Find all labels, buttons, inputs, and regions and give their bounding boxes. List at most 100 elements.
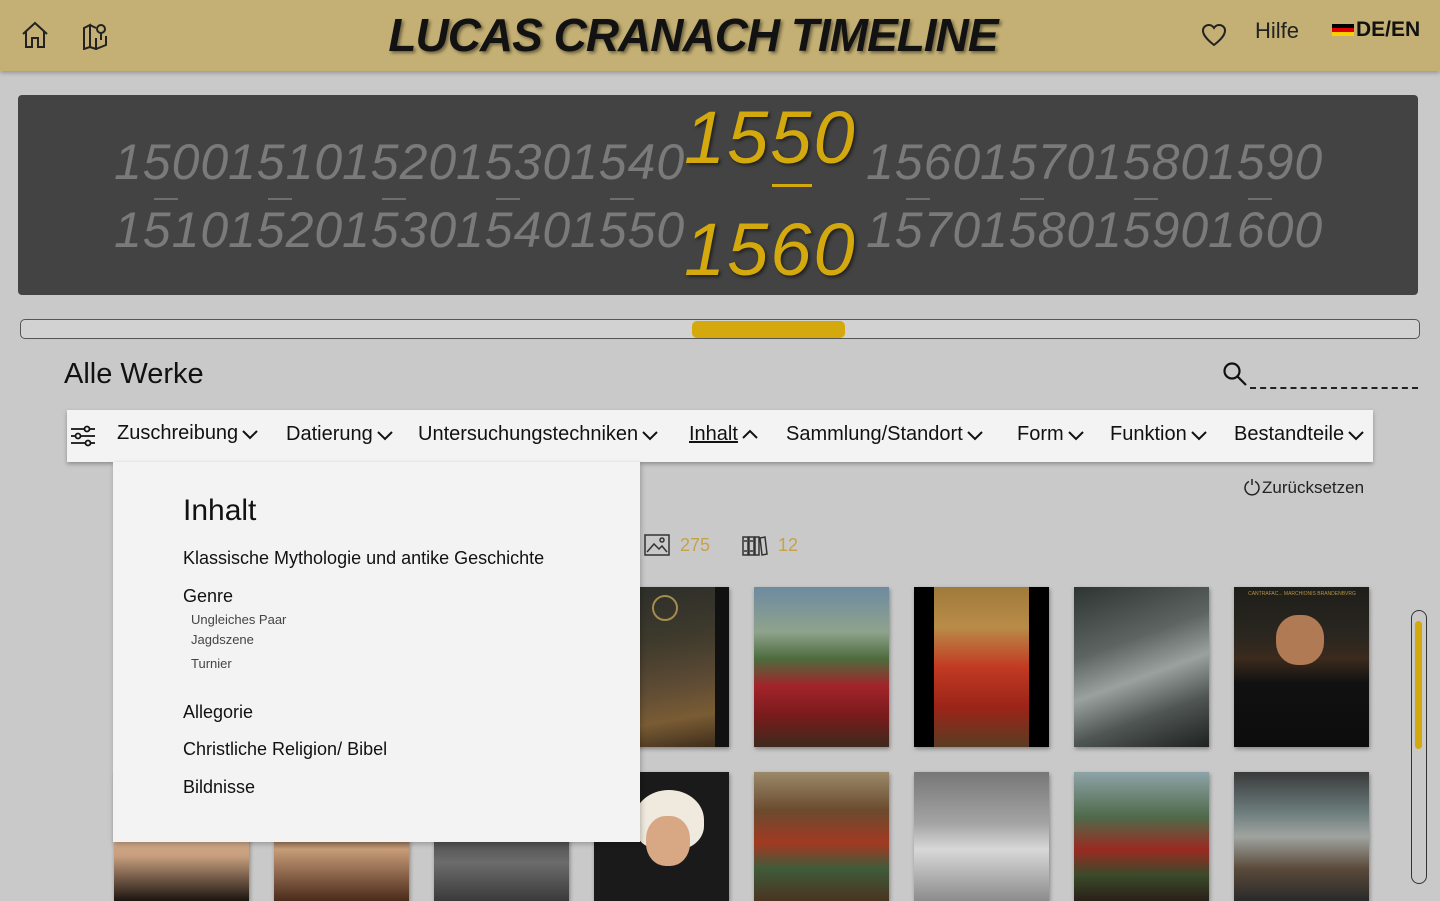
time-range-slider[interactable]	[20, 319, 1420, 339]
portrait-face	[646, 816, 690, 866]
app-title: LUCAS CRANACH TIMELINE	[388, 9, 998, 61]
filter-bestandteile[interactable]: Bestandteile	[1234, 423, 1366, 446]
year-range-dash	[1134, 198, 1158, 200]
artwork-thumbnail[interactable]	[1074, 587, 1209, 747]
timeline-year-start[interactable]: 1540	[570, 133, 685, 191]
help-link[interactable]: Hilfe	[1255, 18, 1299, 44]
search-icon[interactable]	[1222, 361, 1250, 389]
archives-count[interactable]: 12	[742, 534, 798, 556]
dropdown-item-bildnisse[interactable]: Bildnisse	[183, 777, 255, 798]
timeline-year-start[interactable]: 1590	[1208, 133, 1323, 191]
dropdown-item-allegorie[interactable]: Allegorie	[183, 702, 253, 723]
filter-sammlung-standort[interactable]: Sammlung/Standort	[786, 423, 985, 446]
year-range-dash	[1248, 198, 1272, 200]
paintings-count-value: 275	[680, 534, 711, 555]
top-bar: LUCAS CRANACH TIMELINE Hilfe DE/EN	[0, 0, 1440, 71]
timeline-year-start[interactable]: 1530	[456, 133, 571, 191]
filter-settings-icon[interactable]	[69, 422, 97, 450]
timeline-year-start[interactable]: 1500	[114, 133, 229, 191]
paintings-count[interactable]: 275	[644, 534, 710, 556]
year-range-dash	[382, 198, 406, 200]
filter-label: Funktion	[1110, 423, 1187, 445]
artwork-thumbnail[interactable]	[1234, 772, 1369, 901]
timeline-year-start[interactable]: 1560	[866, 133, 981, 191]
archives-count-value: 12	[778, 534, 799, 555]
artwork-thumbnail[interactable]	[914, 587, 1049, 747]
timeline-year-start[interactable]: 1510	[228, 133, 343, 191]
language-switch[interactable]: DE/EN	[1332, 18, 1420, 42]
artwork-thumbnail[interactable]	[754, 772, 889, 901]
timeline-year-start[interactable]: 1520	[342, 133, 457, 191]
section-title: Alle Werke	[64, 358, 204, 390]
chevron-down-icon	[375, 425, 395, 445]
artwork-thumbnail[interactable]: CANTRAFAC... MARCHIONIS BRANDENBVRG	[1234, 587, 1369, 747]
filter-datierung[interactable]: Datierung	[286, 423, 395, 446]
filter-label: Zuschreibung	[117, 422, 239, 444]
timeline-year-end[interactable]: 1590	[1094, 201, 1209, 259]
filter-label: Sammlung/Standort	[786, 423, 963, 445]
filter-form[interactable]: Form	[1017, 423, 1086, 446]
timeline-year-end[interactable]: 1570	[866, 201, 981, 259]
chevron-down-icon	[240, 424, 260, 444]
heart-icon[interactable]	[1197, 18, 1231, 52]
reset-button[interactable]: Zurücksetzen	[1242, 478, 1364, 498]
chevron-down-icon	[1189, 425, 1209, 445]
dropdown-subitem-ungleiches-paar[interactable]: Ungleiches Paar	[191, 612, 286, 627]
search-underline	[1250, 382, 1418, 389]
filter-bar: Zuschreibung Datierung Untersuchungstech…	[67, 410, 1373, 462]
artwork-thumbnail[interactable]	[914, 772, 1049, 901]
year-range-dash	[906, 198, 930, 200]
chevron-down-icon	[1066, 425, 1086, 445]
year-range-dash	[268, 198, 292, 200]
chevron-up-icon	[740, 425, 760, 445]
dropdown-subitem-turnier[interactable]: Turnier	[191, 656, 232, 671]
inhalt-dropdown: Inhalt Klassische Mythologie und antike …	[113, 462, 640, 842]
chevron-down-icon	[640, 425, 660, 445]
year-range-dash	[1020, 198, 1044, 200]
selected-year-start[interactable]: 1550	[684, 95, 857, 180]
reset-label: Zurücksetzen	[1262, 478, 1365, 497]
painting-detail	[934, 587, 1029, 747]
timeline-year-end[interactable]: 1540	[456, 201, 571, 259]
frame-edge	[715, 587, 729, 747]
filter-zuschreibung[interactable]: Zuschreibung	[117, 422, 260, 445]
time-range-handle[interactable]	[691, 321, 846, 338]
timeline-year-end[interactable]: 1520	[228, 201, 343, 259]
artwork-thumbnail[interactable]	[1074, 772, 1209, 901]
selected-year-end[interactable]: 1560	[684, 207, 857, 292]
filter-funktion[interactable]: Funktion	[1110, 423, 1209, 446]
reset-icon	[1244, 479, 1260, 496]
timeline-year-start[interactable]: 1580	[1094, 133, 1209, 191]
portrait-face	[1276, 615, 1324, 665]
timeline-year-end[interactable]: 1510	[114, 201, 229, 259]
filter-label: Datierung	[286, 423, 373, 445]
halo-detail	[652, 595, 678, 621]
filter-inhalt[interactable]: Inhalt	[689, 423, 760, 446]
artwork-thumbnail[interactable]	[754, 587, 889, 747]
books-icon	[742, 536, 768, 556]
timeline-year-end[interactable]: 1550	[570, 201, 685, 259]
timeline-year-start[interactable]: 1570	[980, 133, 1095, 191]
filter-label: Form	[1017, 423, 1064, 445]
portrait-inscription: CANTRAFAC... MARCHIONIS BRANDENBVRG	[1248, 591, 1356, 597]
timeline-year-end[interactable]: 1600	[1208, 201, 1323, 259]
year-range-dash	[610, 198, 634, 200]
chevron-down-icon	[1346, 425, 1366, 445]
dropdown-item-christliche-religion[interactable]: Christliche Religion/ Bibel	[183, 739, 387, 760]
filter-untersuchungstechniken[interactable]: Untersuchungstechniken	[418, 423, 660, 446]
selected-range-dash	[772, 184, 812, 187]
timeline-year-end[interactable]: 1580	[980, 201, 1095, 259]
dropdown-subitem-jagdszene[interactable]: Jagdszene	[191, 632, 254, 647]
filter-label: Bestandteile	[1234, 423, 1345, 445]
chevron-down-icon	[965, 425, 985, 445]
german-flag-icon	[1332, 24, 1354, 36]
filter-label: Inhalt	[689, 423, 738, 445]
dropdown-item-genre[interactable]: Genre	[183, 586, 233, 607]
scrollbar[interactable]	[1411, 610, 1427, 884]
dropdown-title: Inhalt	[183, 494, 257, 527]
filter-label: Untersuchungstechniken	[418, 423, 639, 445]
dropdown-item-klassische-mythologie[interactable]: Klassische Mythologie und antike Geschic…	[183, 548, 544, 569]
timeline-panel: 1500 1510 1520 1530 1540 1560 1570 1580 1590 1510…	[18, 95, 1418, 295]
scrollbar-thumb[interactable]	[1415, 621, 1422, 749]
timeline-year-end[interactable]: 1530	[342, 201, 457, 259]
